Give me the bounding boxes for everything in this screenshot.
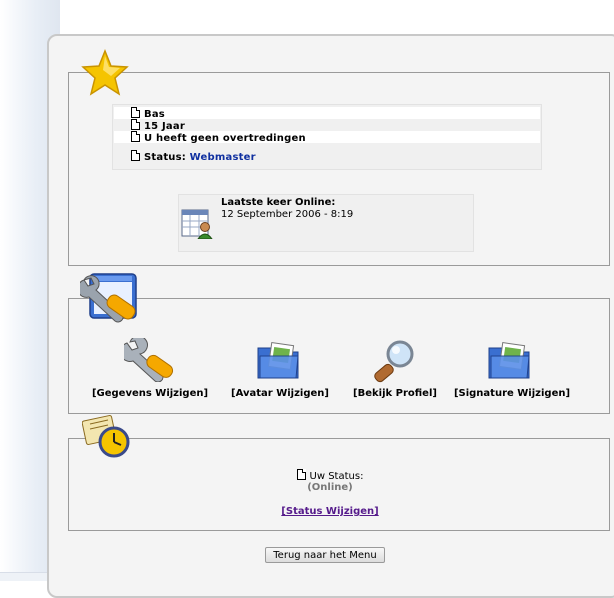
magnifier-icon xyxy=(374,340,414,383)
settings-icon xyxy=(80,273,137,323)
calendar-user-icon xyxy=(181,209,213,239)
user-status-label-row: Uw Status: xyxy=(200,469,460,482)
pictures-folder-icon xyxy=(488,342,530,379)
profile-info-box: Bas 15 Jaar U heeft geen overtredingen S… xyxy=(112,104,542,170)
star-icon xyxy=(81,48,129,96)
change-avatar-label: [Avatar Wijzigen] xyxy=(231,388,329,399)
user-status-value: (Online) xyxy=(307,482,353,493)
last-online-title: Laatste keer Online: xyxy=(221,197,336,208)
document-icon xyxy=(131,107,140,118)
status-change-row: [Status Wijzigen] xyxy=(200,506,460,517)
user-status-label: Uw Status: xyxy=(309,471,364,482)
change-status-link[interactable]: [Status Wijzigen] xyxy=(281,506,378,517)
edit-details-label: [Gegevens Wijzigen] xyxy=(91,388,209,399)
last-online-date: 12 September 2006 - 8:19 xyxy=(221,209,354,220)
profile-status-row: Status: Webmaster xyxy=(131,150,256,163)
document-icon xyxy=(131,119,140,130)
clock-book-icon xyxy=(82,415,130,458)
document-icon xyxy=(131,150,140,161)
back-to-menu-button[interactable]: Terug naar het Menu xyxy=(265,547,385,563)
profile-violations: U heeft geen overtredingen xyxy=(144,133,306,144)
profile-age-row: 15 Jaar xyxy=(131,119,185,132)
profile-violations-row: U heeft geen overtredingen xyxy=(114,131,540,144)
profile-name-row: Bas xyxy=(114,107,540,120)
pictures-folder-icon xyxy=(257,342,299,379)
wrench-icon xyxy=(124,338,174,382)
document-icon xyxy=(296,469,306,480)
status-value-link[interactable]: Webmaster xyxy=(190,152,256,163)
view-profile-label: [Bekijk Profiel] xyxy=(353,388,437,399)
change-signature-label: [Signature Wijzigen] xyxy=(453,388,571,399)
document-icon xyxy=(131,131,140,142)
last-online-box: Laatste keer Online: 12 September 2006 -… xyxy=(178,194,474,252)
status-label: Status: xyxy=(144,152,186,163)
